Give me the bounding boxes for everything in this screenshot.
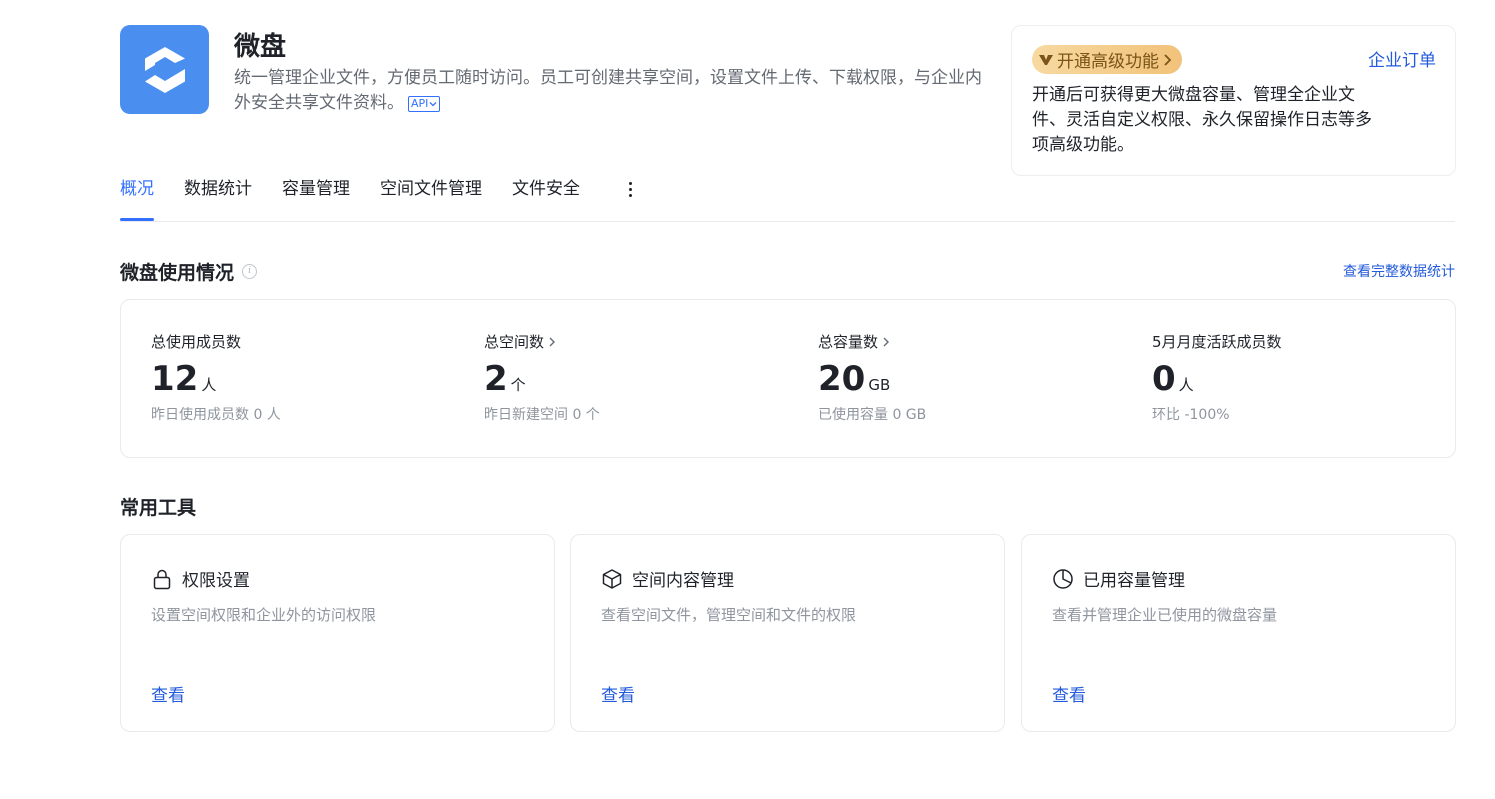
app-title: 微盘 [234, 32, 287, 62]
usage-stats-card: 总使用成员数 12 人 昨日使用成员数 0 人 总空间数 2 个 昨日新建空间 … [120, 299, 1456, 458]
cube-icon [602, 568, 622, 589]
view-full-stats-link[interactable]: 查看完整数据统计 [1343, 261, 1455, 281]
app-logo [120, 25, 209, 114]
api-badge[interactable]: API [408, 96, 441, 112]
app-description: 统一管理企业文件，方便员工随时访问。员工可创建共享空间，设置文件上传、下载权限，… [234, 66, 984, 116]
enterprise-order-link[interactable]: 企业订单 [1368, 46, 1436, 71]
stat-subtext: 昨日使用成员数 0 人 [151, 407, 281, 423]
stat-number: 12 [151, 359, 199, 399]
tool-header: 已用容量管理 [1052, 566, 1185, 591]
stat-subtext: 已使用容量 0 GB [818, 407, 927, 423]
stat-label: 5月月度活跃成员数 [1152, 331, 1282, 352]
stat-value: 20 GB [818, 360, 926, 398]
stat-subtext: 昨日新建空间 0 个 [484, 407, 600, 423]
app-description-text: 统一管理企业文件，方便员工随时访问。员工可创建共享空间，设置文件上传、下载权限，… [234, 68, 982, 113]
tool-name: 已用容量管理 [1083, 571, 1185, 591]
info-icon[interactable]: i [242, 264, 258, 279]
tool-header: 空间内容管理 [601, 566, 734, 591]
chevron-down-icon [429, 102, 437, 107]
tool-view-link[interactable]: 查看 [1052, 681, 1086, 706]
upgrade-button[interactable]: 开通高级功能 [1032, 45, 1182, 74]
stat-value: 2 个 [484, 360, 600, 398]
stat-label-text: 总空间数 [484, 333, 545, 351]
stat-number: 2 [484, 359, 508, 399]
vip-v-icon [1039, 54, 1053, 65]
tab-overview[interactable]: 概况 [120, 176, 154, 221]
chevron-right-icon [1164, 53, 1172, 66]
tool-name: 权限设置 [182, 571, 250, 591]
usage-section-header: 微盘使用情况 i [120, 258, 258, 285]
more-tabs-icon[interactable] [622, 178, 638, 200]
chevron-right-icon [883, 337, 890, 346]
tool-card-space-content: 空间内容管理 查看空间文件，管理空间和文件的权限 查看 [570, 534, 1005, 732]
tab-data-stats[interactable]: 数据统计 [184, 176, 252, 221]
stat-value: 0 人 [1152, 360, 1282, 398]
stat-unit: GB [868, 376, 891, 394]
tab-capacity[interactable]: 容量管理 [282, 176, 350, 221]
weipan-logo-icon [144, 46, 185, 93]
chevron-right-icon [549, 337, 556, 346]
stat-label-text: 5月月度活跃成员数 [1152, 333, 1282, 351]
stat-unit: 人 [1178, 376, 1194, 394]
stat-total-spaces: 总空间数 2 个 昨日新建空间 0 个 [484, 331, 600, 424]
tab-divider [120, 221, 1455, 222]
stat-unit: 人 [201, 376, 217, 394]
stat-label-link[interactable]: 总空间数 [484, 331, 600, 352]
stat-monthly-active: 5月月度活跃成员数 0 人 环比 -100% [1152, 331, 1282, 424]
lock-icon [153, 569, 171, 589]
upgrade-description: 开通后可获得更大微盘容量、管理全企业文件、灵活自定义权限、永久保留操作日志等多项… [1032, 85, 1372, 155]
tool-view-link[interactable]: 查看 [601, 681, 635, 706]
stat-number: 0 [1152, 359, 1176, 399]
tool-card-used-capacity: 已用容量管理 查看并管理企业已使用的微盘容量 查看 [1021, 534, 1456, 732]
usage-section-title: 微盘使用情况 [120, 262, 235, 284]
stat-unit: 个 [510, 376, 526, 394]
stat-label-text: 总容量数 [818, 333, 879, 351]
stat-value: 12 人 [151, 360, 281, 398]
stat-total-members: 总使用成员数 12 人 昨日使用成员数 0 人 [151, 331, 281, 424]
tool-description: 查看空间文件，管理空间和文件的权限 [601, 606, 857, 624]
stat-label-link[interactable]: 总容量数 [818, 331, 926, 352]
stat-number: 20 [818, 359, 866, 399]
upgrade-card: 开通高级功能 企业订单 开通后可获得更大微盘容量、管理全企业文件、灵活自定义权限… [1011, 25, 1456, 176]
tab-space-files[interactable]: 空间文件管理 [380, 176, 482, 221]
tool-name: 空间内容管理 [632, 571, 734, 591]
tab-bar: 概况 数据统计 容量管理 空间文件管理 文件安全 [120, 176, 610, 221]
stat-label: 总使用成员数 [151, 331, 281, 352]
stat-subtext: 环比 -100% [1152, 407, 1230, 423]
pie-chart-icon [1053, 568, 1073, 589]
tab-file-security[interactable]: 文件安全 [512, 176, 580, 221]
stat-label-text: 总使用成员数 [151, 333, 242, 351]
tool-view-link[interactable]: 查看 [151, 681, 185, 706]
api-badge-label: API [411, 97, 429, 110]
tool-description: 查看并管理企业已使用的微盘容量 [1052, 606, 1278, 624]
upgrade-button-label: 开通高级功能 [1057, 52, 1159, 72]
tool-card-permissions: 权限设置 设置空间权限和企业外的访问权限 查看 [120, 534, 555, 732]
stat-total-capacity: 总容量数 20 GB 已使用容量 0 GB [818, 331, 926, 424]
tool-description: 设置空间权限和企业外的访问权限 [151, 606, 377, 624]
tools-section-title: 常用工具 [120, 497, 197, 519]
tool-header: 权限设置 [151, 566, 250, 591]
